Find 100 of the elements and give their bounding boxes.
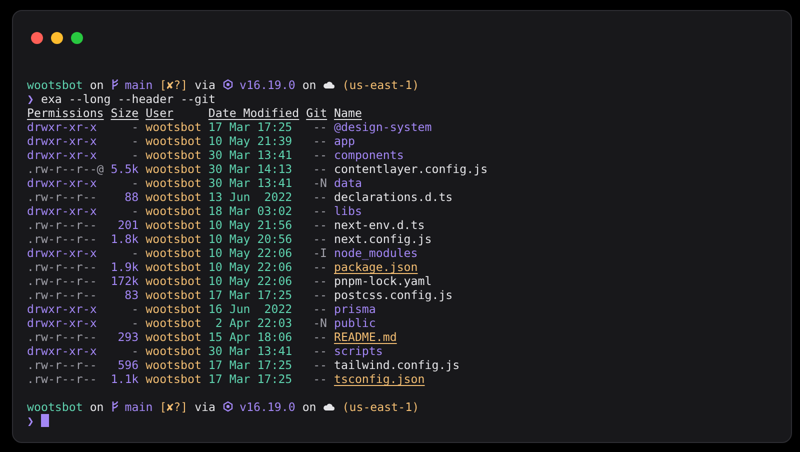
size-text: - bbox=[130, 120, 139, 134]
file-name: README.md bbox=[334, 330, 397, 344]
permissions-text: drwxr-xr-x bbox=[27, 134, 98, 148]
permissions-text: .rw-r--r-- bbox=[27, 190, 98, 204]
git-status: -- bbox=[312, 372, 328, 386]
file-name: postcss.config.js bbox=[334, 288, 453, 302]
user-text: wootsbot bbox=[146, 120, 202, 134]
column-header: User bbox=[146, 106, 175, 120]
permissions-text: drwxr-xr-x bbox=[27, 176, 98, 190]
git-status: -- bbox=[312, 274, 328, 288]
date-text: 16 Jun 2022 bbox=[208, 302, 292, 316]
prompt-symbol: ❯ bbox=[27, 414, 34, 428]
size-text: 5.5k bbox=[110, 162, 139, 176]
prompt-word: on bbox=[90, 400, 104, 414]
close-button[interactable] bbox=[31, 32, 43, 44]
permissions-text: drwxr-xr-x bbox=[27, 148, 98, 162]
date-text: 30 Mar 13:41 bbox=[208, 148, 292, 162]
size-text: 83 bbox=[124, 288, 139, 302]
date-text: 15 Apr 18:06 bbox=[208, 330, 292, 344]
user-text: wootsbot bbox=[146, 372, 202, 386]
column-header: Date Modified bbox=[208, 106, 300, 120]
date-text: 17 Mar 17:25 bbox=[208, 288, 292, 302]
folder-name: public bbox=[334, 316, 376, 330]
prompt-symbol: ❯ bbox=[27, 92, 34, 106]
user-text: wootsbot bbox=[146, 162, 202, 176]
folder-name: @design-system bbox=[334, 120, 432, 134]
git-status: -- bbox=[312, 358, 328, 372]
permissions-text: drwxr-xr-x bbox=[27, 246, 98, 260]
node-version: v16.19.0 bbox=[240, 78, 296, 92]
size-text: 88 bbox=[124, 190, 139, 204]
date-text: 17 Mar 17:25 bbox=[208, 372, 292, 386]
date-text: 30 Mar 14:13 bbox=[208, 162, 292, 176]
column-header: Permissions bbox=[27, 106, 104, 120]
file-name: declarations.d.ts bbox=[334, 190, 453, 204]
permissions-text: .rw-r--r-- bbox=[27, 274, 98, 288]
maximize-button[interactable] bbox=[71, 32, 83, 44]
user-text: wootsbot bbox=[146, 190, 202, 204]
size-text: - bbox=[130, 344, 139, 358]
prompt-word: on bbox=[302, 78, 316, 92]
file-name: tailwind.config.js bbox=[334, 358, 460, 372]
git-status: -- bbox=[312, 344, 328, 358]
permissions-text: drwxr-xr-x bbox=[27, 120, 98, 134]
git-status: -- bbox=[312, 162, 328, 176]
file-name: tsconfig.json bbox=[334, 372, 425, 386]
date-text: 30 Mar 13:41 bbox=[208, 176, 292, 190]
column-header: Git bbox=[306, 106, 328, 120]
git-status: -- bbox=[312, 204, 328, 218]
folder-name: libs bbox=[334, 204, 362, 218]
date-text: 10 May 21:56 bbox=[208, 218, 292, 232]
git-status: -- bbox=[312, 120, 328, 134]
file-name: pnpm-lock.yaml bbox=[334, 274, 432, 288]
size-text: 293 bbox=[116, 330, 139, 344]
size-text: 201 bbox=[116, 218, 139, 232]
permissions-text: .rw-r--r--@ bbox=[27, 162, 104, 176]
git-status: -N bbox=[312, 176, 328, 190]
column-header: Name bbox=[334, 106, 362, 120]
permissions-text: .rw-r--r-- bbox=[27, 372, 98, 386]
permissions-text: drwxr-xr-x bbox=[27, 302, 98, 316]
user-text: wootsbot bbox=[146, 204, 202, 218]
date-text: 10 May 22:06 bbox=[208, 260, 292, 274]
permissions-text: .rw-r--r-- bbox=[27, 358, 98, 372]
user-text: wootsbot bbox=[146, 176, 202, 190]
hexagon-icon bbox=[222, 401, 233, 412]
minimize-button[interactable] bbox=[51, 32, 63, 44]
date-text: 2 Apr 22:03 bbox=[214, 316, 292, 330]
git-status: -- bbox=[312, 288, 328, 302]
cloud-icon bbox=[323, 401, 336, 412]
folder-name: app bbox=[334, 134, 355, 148]
user-text: wootsbot bbox=[146, 232, 202, 246]
size-text: - bbox=[130, 148, 139, 162]
file-name: next-env.d.ts bbox=[334, 218, 425, 232]
text-cursor bbox=[40, 414, 49, 427]
file-name: package.json bbox=[334, 260, 418, 274]
date-text: 18 Mar 03:02 bbox=[208, 204, 292, 218]
git-status: -- bbox=[312, 134, 328, 148]
user-text: wootsbot bbox=[146, 358, 202, 372]
date-text: 30 Mar 13:41 bbox=[208, 344, 292, 358]
prompt-word: on bbox=[302, 400, 316, 414]
file-name: next.config.js bbox=[334, 232, 432, 246]
permissions-text: .rw-r--r-- bbox=[27, 288, 98, 302]
prompt-word: via bbox=[194, 78, 216, 92]
size-text: - bbox=[130, 204, 139, 218]
user-text: wootsbot bbox=[146, 330, 202, 344]
date-text: 10 May 21:39 bbox=[208, 134, 292, 148]
date-text: 10 May 20:56 bbox=[208, 232, 292, 246]
permissions-text: .rw-r--r-- bbox=[27, 218, 98, 232]
branch-name: main bbox=[124, 400, 153, 414]
git-status: [✘?] bbox=[160, 78, 188, 92]
git-status: [✘?] bbox=[160, 400, 188, 414]
git-status: -- bbox=[312, 232, 328, 246]
user-text: wootsbot bbox=[146, 344, 202, 358]
user-text: wootsbot bbox=[146, 148, 202, 162]
date-text: 10 May 22:06 bbox=[208, 246, 292, 260]
user-name: wootsbot bbox=[27, 400, 83, 414]
permissions-text: .rw-r--r-- bbox=[27, 330, 98, 344]
size-text: - bbox=[130, 302, 139, 316]
region-label: (us-east-1) bbox=[342, 400, 420, 414]
user-text: wootsbot bbox=[146, 274, 202, 288]
date-text: 17 Mar 17:25 bbox=[208, 120, 292, 134]
size-text: 172k bbox=[110, 274, 139, 288]
